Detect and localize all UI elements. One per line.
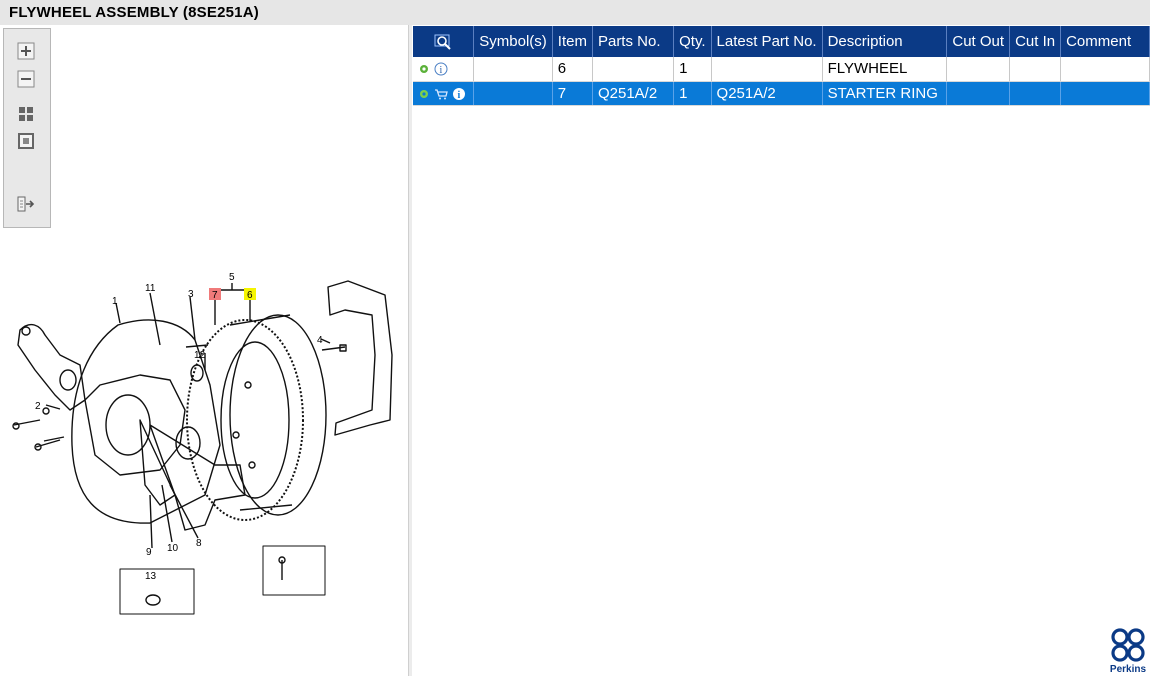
cell-cut-out [946,81,1011,106]
callout-12: 12 [194,350,206,361]
title-bar: FLYWHEEL ASSEMBLY (8SE251A) [0,0,1150,25]
callout-10: 10 [167,543,179,554]
column-header-symbols[interactable]: Symbol(s) [473,26,553,57]
cell-cut-in [1009,57,1062,82]
cell-latest-part-no [711,57,823,82]
exploded-drawing[interactable]: 1 2 3 4 5 6 7 8 9 10 11 12 13 [0,25,409,676]
row-icons: i [413,81,475,106]
column-header-item[interactable]: Item [552,26,593,57]
column-header-comment[interactable]: Comment [1060,26,1150,57]
shopping-cart-icon[interactable] [434,88,449,100]
callout-6[interactable]: 6 [247,290,253,301]
cell-comment [1060,81,1150,106]
cell-comment [1060,57,1150,82]
table-row-selected[interactable]: i 7 Q251A/2 1 Q251A/2 STARTER RING [413,81,1150,106]
cell-symbols [473,57,553,82]
gear-icon[interactable] [418,88,430,100]
cell-cut-out [946,57,1011,82]
column-header-parts-no[interactable]: Parts No. [592,26,675,57]
callout-13: 13 [145,571,157,582]
cell-item: 6 [552,57,593,82]
brand-name: Perkins [1109,664,1147,675]
column-header-cut-in[interactable]: Cut In [1009,26,1062,57]
brand-logo: Perkins [1106,626,1150,676]
mounting-bracket-right-drawing [327,280,393,436]
column-header-description[interactable]: Description [822,26,948,57]
callout-2: 2 [35,401,41,412]
cell-latest-part-no: Q251A/2 [711,81,823,106]
svg-text:i: i [440,65,443,76]
svg-text:i: i [458,90,461,101]
column-header-search[interactable] [413,26,475,57]
cell-symbols [473,81,553,106]
page-title: FLYWHEEL ASSEMBLY (8SE251A) [9,4,259,21]
column-header-latest-part-no[interactable]: Latest Part No. [711,26,823,57]
callout-5: 5 [229,272,235,283]
perkins-logo-icon [1111,628,1145,662]
callout-9: 9 [146,547,152,558]
cell-item: 7 [552,81,593,106]
cell-parts-no: Q251A/2 [592,81,675,106]
info-icon[interactable]: i [434,62,448,76]
column-header-cut-out[interactable]: Cut Out [946,26,1011,57]
callout-11: 11 [145,283,156,294]
cell-qty: 1 [673,57,712,82]
parts-grid: Symbol(s) Item Parts No. Qty. Latest Par… [412,25,1150,676]
cell-description: FLYWHEEL [822,57,948,82]
cell-description: STARTER RING [822,81,948,106]
table-row[interactable]: i 6 1 FLYWHEEL [413,57,1150,82]
parts-table: Symbol(s) Item Parts No. Qty. Latest Par… [413,26,1150,106]
info-icon[interactable]: i [452,87,466,101]
callout-4: 4 [317,335,323,346]
gear-icon[interactable] [418,63,430,75]
callout-3: 3 [188,289,194,300]
callout-8: 8 [196,538,202,549]
row-icons: i [413,57,475,82]
cell-cut-in [1009,81,1062,106]
cell-parts-no [592,57,675,82]
drawing-pane[interactable]: 1 2 3 4 5 6 7 8 9 10 11 12 13 [0,25,409,676]
column-header-qty[interactable]: Qty. [673,26,712,57]
cell-qty: 1 [673,81,712,106]
callout-7[interactable]: 7 [212,290,218,301]
table-header-row: Symbol(s) Item Parts No. Qty. Latest Par… [413,26,1150,57]
search-icon [434,34,451,50]
callout-1: 1 [112,296,118,307]
